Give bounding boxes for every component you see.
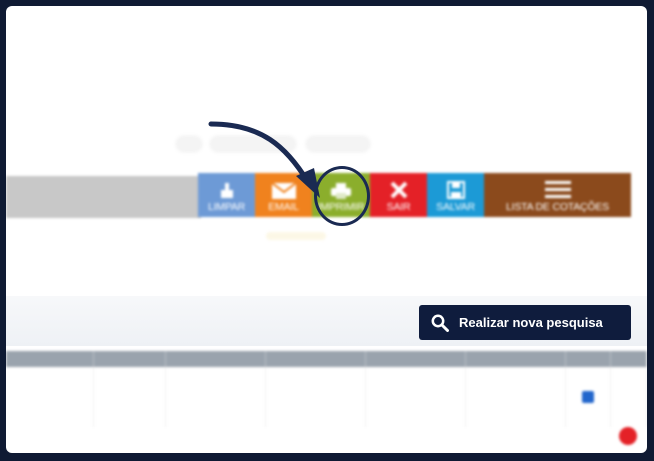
table-cell — [6, 367, 94, 427]
table-header — [6, 351, 647, 367]
list-icon — [544, 181, 571, 198]
highlight-circle — [314, 166, 370, 226]
close-icon — [390, 181, 407, 199]
toolbar-background — [6, 176, 201, 218]
lista-label: LISTA DE COTAÇÕES — [506, 201, 609, 213]
column-header — [266, 351, 366, 367]
table-cell — [611, 367, 647, 427]
pointer-arrow-icon — [208, 121, 320, 198]
search-icon — [431, 314, 449, 332]
table-cell — [466, 367, 566, 427]
column-header — [566, 351, 611, 367]
table-cell-action — [566, 367, 611, 427]
new-search-label: Realizar nova pesquisa — [459, 315, 603, 330]
red-dot-indicator — [619, 427, 637, 445]
sair-button[interactable]: SAIR — [370, 173, 427, 217]
floppy-disk-icon — [446, 181, 465, 199]
toolbar-glow — [266, 232, 326, 240]
table-cell — [266, 367, 366, 427]
column-header — [466, 351, 566, 367]
salvar-button[interactable]: SALVAR — [427, 173, 484, 217]
column-header — [366, 351, 466, 367]
column-header — [94, 351, 166, 367]
table-cell — [366, 367, 466, 427]
results-table — [6, 351, 647, 427]
row-action-icon[interactable] — [582, 391, 594, 403]
table-cell — [166, 367, 266, 427]
salvar-label: SALVAR — [436, 201, 475, 213]
lista-cotacoes-button[interactable]: LISTA DE COTAÇÕES — [484, 173, 631, 217]
page-panel: LIMPAR EMAIL IMPRIMIR SAIR SALVAR LISTA … — [6, 6, 647, 453]
column-header — [166, 351, 266, 367]
sair-label: SAIR — [386, 201, 411, 213]
table-cell — [94, 367, 166, 427]
new-search-button[interactable]: Realizar nova pesquisa — [419, 305, 631, 340]
column-header — [611, 351, 647, 367]
table-row[interactable] — [6, 367, 647, 427]
column-header — [6, 351, 94, 367]
